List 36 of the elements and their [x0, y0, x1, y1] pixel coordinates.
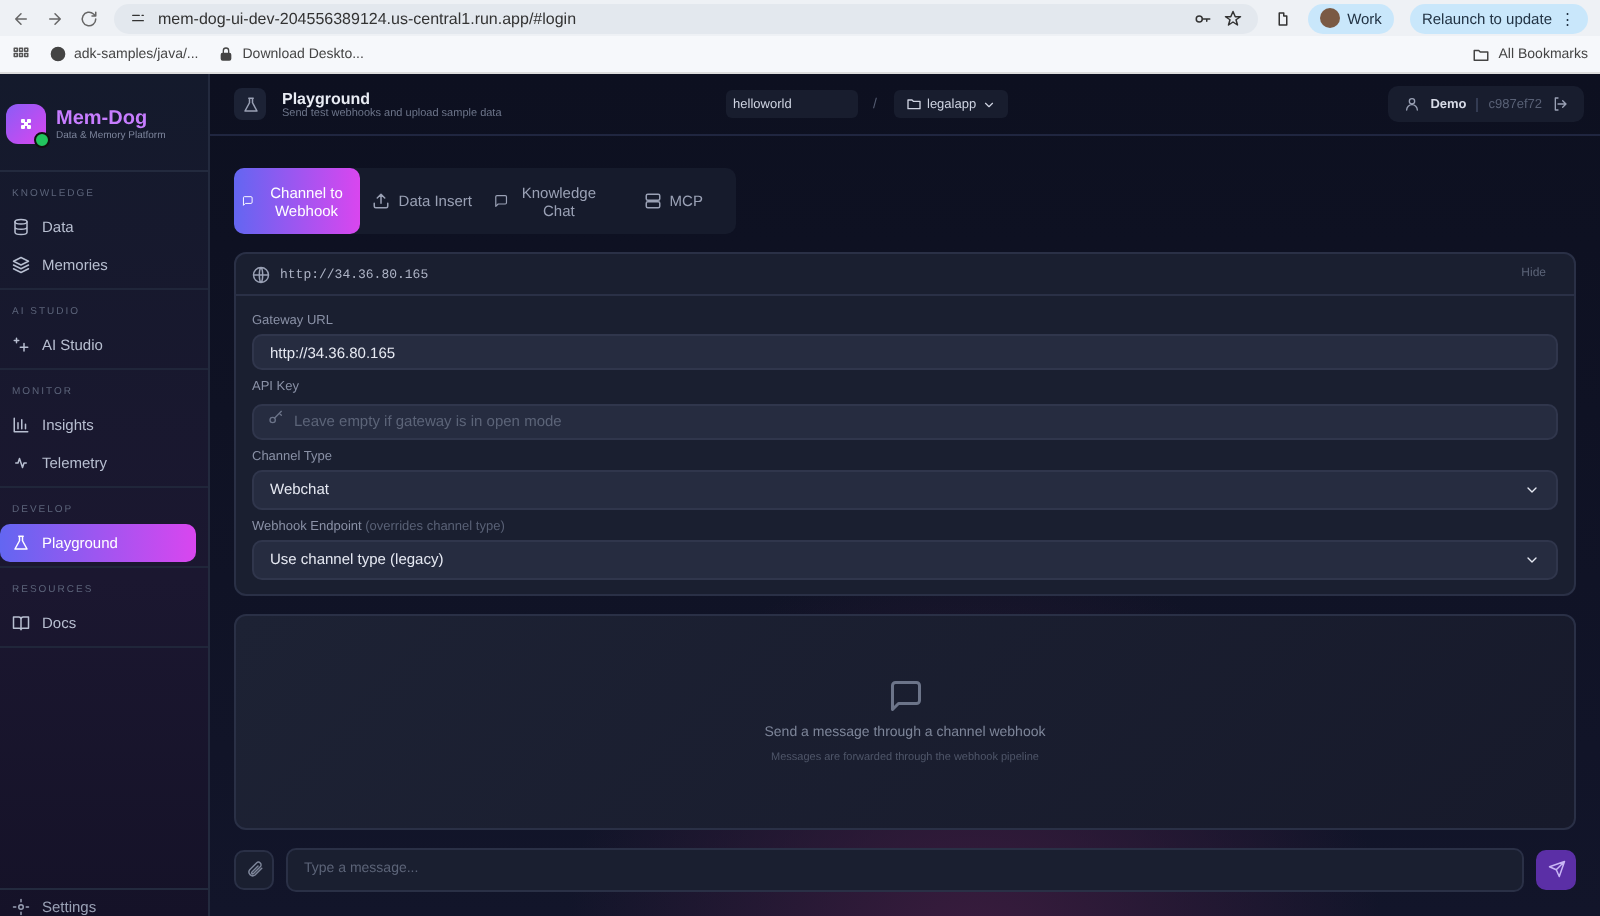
chat-icon [887, 678, 923, 714]
signal-icon [12, 454, 30, 472]
paperclip-icon [245, 860, 263, 878]
brand-name: Mem-Dog [56, 107, 148, 129]
page-title: Playground [282, 89, 373, 107]
upload-icon [372, 192, 391, 210]
key-icon [1193, 9, 1212, 28]
chat-icon [493, 192, 508, 210]
bars-icon [12, 416, 30, 434]
chat-icon [242, 192, 254, 210]
circle-icon [50, 46, 66, 63]
chevron-icon [982, 97, 997, 111]
globe-icon [252, 265, 270, 283]
send-button[interactable] [1536, 849, 1576, 889]
flask-icon [241, 95, 259, 113]
reload-icon[interactable] [80, 9, 98, 28]
back-icon[interactable] [12, 9, 30, 28]
logout-icon[interactable] [1552, 96, 1568, 112]
send-icon [1547, 860, 1565, 878]
database-icon [12, 218, 30, 236]
avatar-icon [1319, 8, 1340, 29]
server-icon [643, 192, 662, 210]
layers-icon [12, 256, 30, 274]
flask-icon [12, 534, 30, 552]
star-icon[interactable] [1223, 9, 1242, 28]
attach-button[interactable] [234, 849, 274, 889]
user-icon [1404, 96, 1421, 112]
forward-icon[interactable] [46, 9, 64, 28]
lock-icon [218, 46, 235, 63]
status-dot [34, 132, 50, 148]
folder-icon [1472, 45, 1491, 64]
folder-icon [905, 96, 921, 112]
settings-icon [12, 898, 30, 916]
site-settings-icon [130, 10, 146, 27]
address-bar[interactable]: mem-dog-ui-dev-204556389124.us-central1.run.app/#login [114, 3, 1258, 34]
book-icon [12, 614, 30, 632]
